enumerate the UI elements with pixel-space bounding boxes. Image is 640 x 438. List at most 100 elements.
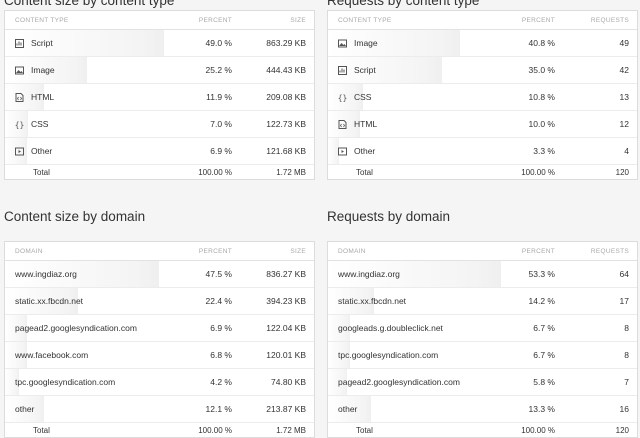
content-size-by-domain-panel: Content size by domain DOMAIN PERCENT SI… <box>4 208 315 438</box>
table-row[interactable]: pagead2.googlesyndication.com 5.8 % 7 <box>328 369 637 396</box>
content-type-label: Image <box>354 38 378 48</box>
table-header: DOMAIN PERCENT REQUESTS <box>328 242 637 261</box>
total-value: 1.72 MB <box>276 167 306 177</box>
image-icon <box>15 66 24 75</box>
percent-value: 3.3 % <box>533 146 555 156</box>
percent-value: 25.2 % <box>205 65 232 75</box>
metric-value: 74.80 KB <box>271 377 306 387</box>
total-label: Total <box>356 425 373 435</box>
table-row[interactable]: Other 3.3 % 4 <box>328 138 637 165</box>
percent-value: 6.7 % <box>533 350 555 360</box>
table-row[interactable]: Script 49.0 % 863.29 KB <box>5 30 314 57</box>
percent-value: 10.0 % <box>528 119 555 129</box>
row-label-cell: www.facebook.com <box>5 350 162 360</box>
content-type-label: HTML <box>354 119 378 129</box>
table-row[interactable]: www.ingdiaz.org 47.5 % 836.27 KB <box>5 261 314 288</box>
table-row[interactable]: static.xx.fbcdn.net 22.4 % 394.23 KB <box>5 288 314 315</box>
row-label-cell: tpc.googlesyndication.com <box>328 350 485 360</box>
table-row[interactable]: pagead2.googlesyndication.com 6.9 % 122.04… <box>5 315 314 342</box>
percent-value: 6.9 % <box>210 146 232 156</box>
domain-label: other <box>15 404 35 414</box>
domain-label: googleads.g.doubleclick.net <box>338 323 443 333</box>
metric-value: 394.23 KB <box>266 296 306 306</box>
percent-value: 49.0 % <box>205 38 232 48</box>
metric-value: 4 <box>624 146 629 156</box>
row-label-cell: Script <box>328 65 485 75</box>
total-row: Total 100.00 % 1.72 MB <box>5 165 314 179</box>
script-icon <box>338 65 347 75</box>
total-row: Total 100.00 % 120 <box>328 423 637 437</box>
total-percent: 100.00 % <box>198 167 232 177</box>
column-header-requests[interactable]: REQUESTS <box>559 17 637 24</box>
metric-value: 863.29 KB <box>266 38 306 48</box>
column-header-percent[interactable]: PERCENT <box>162 248 236 255</box>
metric-value: 121.68 KB <box>266 146 306 156</box>
column-header-percent[interactable]: PERCENT <box>162 17 236 24</box>
domain-label: www.ingdiaz.org <box>15 269 77 279</box>
table-row[interactable]: Image 25.2 % 444.43 KB <box>5 57 314 84</box>
html-icon <box>338 119 347 129</box>
row-label-cell: pagead2.googlesyndication.com <box>328 377 485 387</box>
table-row[interactable]: {} CSS 10.8 % 13 <box>328 84 637 111</box>
table-row[interactable]: Other 6.9 % 121.68 KB <box>5 138 314 165</box>
table-row[interactable]: HTML 10.0 % 12 <box>328 111 637 138</box>
percent-value: 6.9 % <box>210 323 232 333</box>
percent-value: 11.9 % <box>206 92 232 102</box>
percent-value: 10.8 % <box>528 92 555 102</box>
metric-value: 836.27 KB <box>266 269 306 279</box>
row-label-cell: Image <box>5 65 162 75</box>
percent-value: 14.2 % <box>528 296 555 306</box>
domain-label: pagead2.googlesyndication.com <box>338 377 460 387</box>
svg-text:{}: {} <box>338 93 347 102</box>
row-label-cell: other <box>328 404 485 414</box>
content-type-label: CSS <box>354 92 372 102</box>
total-label: Total <box>33 425 50 435</box>
table-row[interactable]: static.xx.fbcdn.net 14.2 % 17 <box>328 288 637 315</box>
metric-value: 444.43 KB <box>266 65 306 75</box>
requests-by-type-panel: Requests by content type CONTENT TYPE PE… <box>327 0 638 180</box>
percent-value: 6.8 % <box>210 350 232 360</box>
column-header-domain[interactable]: DOMAIN <box>328 248 485 255</box>
column-header-requests[interactable]: REQUESTS <box>559 248 637 255</box>
table-row[interactable]: googleads.g.doubleclick.net 6.7 % 8 <box>328 315 637 342</box>
total-value: 120 <box>615 167 629 177</box>
table-row[interactable]: other 12.1 % 213.87 KB <box>5 396 314 423</box>
domain-label: tpc.googlesyndication.com <box>15 377 116 387</box>
table-row[interactable]: other 13.3 % 16 <box>328 396 637 423</box>
content-type-label: Other <box>354 146 376 156</box>
table-row[interactable]: www.facebook.com 6.8 % 120.01 KB <box>5 342 314 369</box>
column-header-percent[interactable]: PERCENT <box>485 248 559 255</box>
table-row[interactable]: Script 35.0 % 42 <box>328 57 637 84</box>
column-header-size[interactable]: SIZE <box>236 17 314 24</box>
column-header-percent[interactable]: PERCENT <box>485 17 559 24</box>
domain-label: pagead2.googlesyndication.com <box>15 323 137 333</box>
table-row[interactable]: tpc.googlesyndication.com 4.2 % 74.80 KB <box>5 369 314 396</box>
row-label-cell: Other <box>328 146 485 156</box>
domain-label: www.facebook.com <box>15 350 89 360</box>
content-type-label: HTML <box>31 92 55 102</box>
total-value: 1.72 MB <box>276 425 306 435</box>
table-row[interactable]: HTML 11.9 % 209.08 KB <box>5 84 314 111</box>
svg-text:{}: {} <box>15 120 24 129</box>
metric-value: 17 <box>619 296 629 306</box>
metric-value: 49 <box>619 38 629 48</box>
content-size-by-domain-table: DOMAIN PERCENT SIZE www.ingdiaz.org 47.5 … <box>4 241 315 438</box>
metric-value: 213.87 KB <box>266 404 306 414</box>
column-header-size[interactable]: SIZE <box>236 248 314 255</box>
table-row[interactable]: Image 40.8 % 49 <box>328 30 637 57</box>
domain-label: www.ingdiaz.org <box>338 269 400 279</box>
column-header-content-type[interactable]: CONTENT TYPE <box>328 17 485 24</box>
row-label-cell: tpc.googlesyndication.com <box>5 377 162 387</box>
table-row[interactable]: {} CSS 7.0 % 122.73 KB <box>5 111 314 138</box>
metric-value: 8 <box>624 350 629 360</box>
percent-value: 12.1 % <box>205 404 232 414</box>
table-row[interactable]: www.ingdiaz.org 53.3 % 64 <box>328 261 637 288</box>
row-label-cell: {} CSS <box>328 92 485 102</box>
column-header-domain[interactable]: DOMAIN <box>5 248 162 255</box>
requests-by-domain-panel: Requests by domain DOMAIN PERCENT REQUES… <box>327 208 638 438</box>
total-row: Total 100.00 % 120 <box>328 165 637 179</box>
domain-label: other <box>338 404 358 414</box>
content-size-by-type-table: CONTENT TYPE PERCENT SIZE Script 49.0 % 86… <box>4 10 315 180</box>
column-header-content-type[interactable]: CONTENT TYPE <box>5 17 162 24</box>
table-row[interactable]: tpc.googlesyndication.com 6.7 % 8 <box>328 342 637 369</box>
